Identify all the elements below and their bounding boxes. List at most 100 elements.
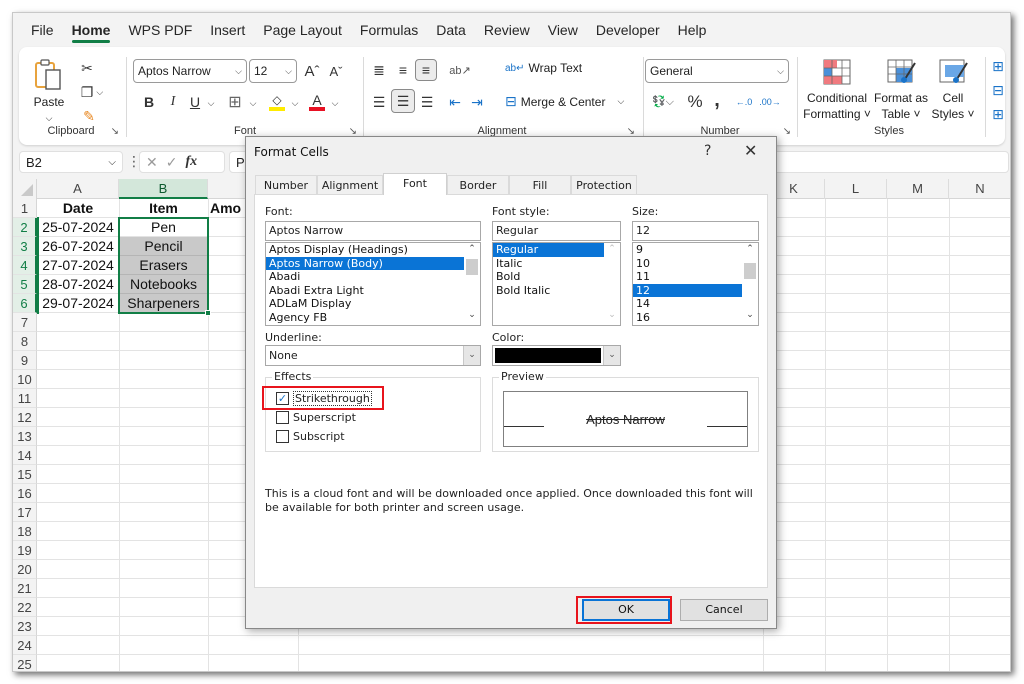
- tab-number[interactable]: Number: [255, 175, 317, 195]
- cell-a2[interactable]: 25-07-2024: [37, 218, 119, 237]
- row-header-20[interactable]: 20: [13, 560, 37, 579]
- cell-b3[interactable]: Pencil: [120, 237, 207, 256]
- tab-insert[interactable]: Insert: [210, 22, 245, 38]
- fill-handle[interactable]: [205, 310, 211, 316]
- paste-dropdown-chevron-icon[interactable]: ⌵: [29, 111, 69, 126]
- size-list[interactable]: 9 10 11 12 14 16 ⌃ ⌄: [632, 242, 759, 326]
- row-header-3[interactable]: 3: [13, 237, 37, 256]
- font-list-item[interactable]: Aptos Display (Headings): [266, 243, 480, 257]
- tab-wps-pdf[interactable]: WPS PDF: [128, 22, 192, 38]
- tab-data[interactable]: Data: [436, 22, 466, 38]
- copy-icon[interactable]: ❐ ⌵: [77, 83, 107, 101]
- middle-align-icon[interactable]: ≡: [393, 59, 413, 81]
- row-header-16[interactable]: 16: [13, 484, 37, 503]
- tab-fill[interactable]: Fill: [509, 175, 571, 195]
- row-header-19[interactable]: 19: [13, 541, 37, 560]
- tab-formulas[interactable]: Formulas: [360, 22, 418, 38]
- column-header-b[interactable]: B: [119, 179, 208, 199]
- row-header-14[interactable]: 14: [13, 446, 37, 465]
- row-header-21[interactable]: 21: [13, 579, 37, 598]
- chevron-down-icon[interactable]: ⌵: [617, 96, 624, 107]
- size-list-item[interactable]: 16: [633, 311, 758, 325]
- accounting-format-icon[interactable]: 💱⌵: [649, 91, 677, 113]
- paste-button[interactable]: [31, 57, 67, 93]
- tab-home[interactable]: Home: [71, 22, 110, 43]
- insert-cells-icon[interactable]: ⊞: [991, 57, 1005, 75]
- increase-font-size-button[interactable]: Aˆ: [301, 59, 323, 83]
- row-header-10[interactable]: 10: [13, 370, 37, 389]
- tab-alignment[interactable]: Alignment: [317, 175, 383, 195]
- bold-button[interactable]: B: [139, 91, 159, 113]
- conditional-formatting-button[interactable]: Conditional Formatting ˅: [803, 55, 871, 121]
- row-header-7[interactable]: 7: [13, 313, 37, 332]
- tab-help[interactable]: Help: [678, 22, 707, 38]
- size-list-item[interactable]: 14: [633, 297, 758, 311]
- column-header-a[interactable]: A: [37, 179, 119, 199]
- row-header-2[interactable]: 2: [13, 218, 37, 237]
- font-color-button[interactable]: A: [307, 91, 327, 113]
- scroll-thumb[interactable]: [466, 259, 478, 275]
- increase-decimal-icon[interactable]: ←.0: [733, 91, 755, 113]
- cancel-icon[interactable]: ✕: [146, 154, 158, 171]
- font-style-list-item[interactable]: Bold Italic: [493, 284, 620, 298]
- top-align-icon[interactable]: ≣: [369, 59, 389, 81]
- row-header-4[interactable]: 4: [13, 256, 37, 275]
- tab-page-layout[interactable]: Page Layout: [263, 22, 342, 38]
- font-list-item[interactable]: Aptos Narrow (Body): [266, 256, 480, 270]
- font-list-item[interactable]: Abadi: [266, 270, 480, 284]
- tab-border[interactable]: Border: [447, 175, 509, 195]
- underline-button[interactable]: U: [185, 91, 205, 113]
- font-list-item[interactable]: Agency FB: [266, 311, 480, 325]
- font-name-combo[interactable]: Aptos Narrow ⌵: [133, 59, 247, 83]
- color-dropdown[interactable]: ⌄: [492, 345, 621, 366]
- row-header-24[interactable]: 24: [13, 636, 37, 655]
- row-header-11[interactable]: 11: [13, 389, 37, 408]
- tab-developer[interactable]: Developer: [596, 22, 660, 38]
- checkbox-empty[interactable]: [276, 411, 289, 424]
- tab-protection[interactable]: Protection: [571, 175, 637, 195]
- row-header-6[interactable]: 6: [13, 294, 37, 313]
- cancel-button[interactable]: Cancel: [680, 599, 768, 621]
- column-header-n[interactable]: N: [949, 179, 1010, 199]
- checkbox-empty[interactable]: [276, 430, 289, 443]
- scroll-up-icon[interactable]: ⌃: [742, 244, 758, 258]
- cell-a4[interactable]: 27-07-2024: [37, 256, 119, 275]
- tab-file[interactable]: File: [31, 22, 54, 38]
- format-cells-icon[interactable]: ⊞: [991, 105, 1005, 123]
- name-box[interactable]: B2 ⌵: [19, 151, 123, 173]
- size-list-item[interactable]: 10: [633, 257, 758, 271]
- strikethrough-checkbox[interactable]: ✓ Strikethrough: [276, 391, 372, 406]
- format-as-table-button[interactable]: Format as Table ˅: [873, 55, 929, 121]
- tab-view[interactable]: View: [548, 22, 578, 38]
- tab-font[interactable]: Font: [383, 173, 447, 195]
- cell-b1[interactable]: Item: [119, 199, 208, 218]
- row-header-5[interactable]: 5: [13, 275, 37, 294]
- underline-dropdown[interactable]: None ⌄: [265, 345, 481, 366]
- row-header-13[interactable]: 13: [13, 427, 37, 446]
- cell-a1[interactable]: Date: [37, 199, 119, 218]
- row-header-8[interactable]: 8: [13, 332, 37, 351]
- cell-styles-button[interactable]: Cell Styles ˅: [931, 55, 975, 121]
- cell-b2[interactable]: Pen: [119, 218, 208, 237]
- align-center-icon[interactable]: ☰: [391, 89, 415, 113]
- select-all-button[interactable]: [13, 179, 37, 199]
- column-header-l[interactable]: L: [825, 179, 887, 199]
- font-list[interactable]: Aptos Display (Headings) Aptos Narrow (Bo…: [265, 242, 481, 326]
- italic-button[interactable]: I: [163, 91, 183, 113]
- size-list-item[interactable]: 11: [633, 270, 758, 284]
- row-header-23[interactable]: 23: [13, 617, 37, 636]
- row-header-12[interactable]: 12: [13, 408, 37, 427]
- cell-a3[interactable]: 26-07-2024: [37, 237, 119, 256]
- chevron-down-icon[interactable]: ⌄: [463, 346, 480, 365]
- percent-style-button[interactable]: %: [685, 91, 705, 113]
- column-header-m[interactable]: M: [887, 179, 949, 199]
- size-list-item[interactable]: 12: [633, 283, 758, 297]
- size-list-scrollbar[interactable]: ⌃ ⌄: [742, 243, 758, 325]
- size-input[interactable]: 12: [632, 221, 759, 241]
- row-header-1[interactable]: 1: [13, 199, 37, 218]
- number-dialog-launcher-icon[interactable]: ↘: [783, 126, 791, 137]
- font-style-input[interactable]: Regular: [492, 221, 621, 241]
- merge-center-button[interactable]: ⊟ Merge & Center ⌵: [505, 93, 624, 110]
- clipboard-dialog-launcher-icon[interactable]: ↘: [111, 126, 119, 137]
- underline-dropdown-chevron-icon[interactable]: ⌵: [205, 93, 217, 113]
